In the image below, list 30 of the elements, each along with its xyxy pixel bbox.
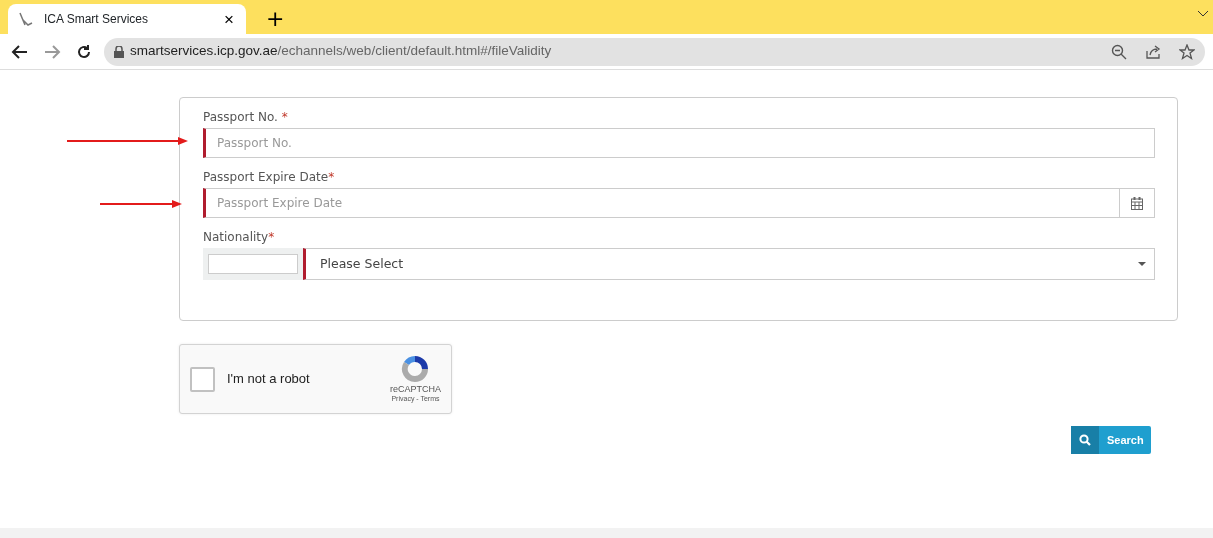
captcha-checkbox[interactable] bbox=[190, 366, 215, 392]
lock-icon bbox=[114, 45, 124, 58]
calendar-icon[interactable] bbox=[1131, 196, 1144, 210]
recaptcha-logo-icon bbox=[400, 354, 431, 385]
captcha-label: I'm not a robot bbox=[227, 370, 311, 389]
address-bar[interactable]: smartservices.icp.gov.ae/echannels/web/client/default.html#/fileValidity bbox=[104, 37, 1205, 66]
share-icon[interactable] bbox=[1145, 43, 1161, 60]
back-icon[interactable] bbox=[11, 42, 29, 61]
field-label: Passport No. * bbox=[203, 109, 289, 126]
url-host: smartservices.icp.gov.ae bbox=[130, 42, 278, 61]
site-icon bbox=[18, 11, 34, 27]
field-label: Passport Expire Date* bbox=[203, 169, 336, 186]
caret-icon bbox=[1138, 262, 1146, 266]
browser-tab[interactable]: ICA Smart Services × bbox=[8, 4, 246, 34]
url-path: /echannels/web/client/default.html#/fileValidity bbox=[277, 42, 552, 61]
close-tab-button[interactable]: × bbox=[222, 10, 236, 28]
nationality-select[interactable]: Please Select bbox=[303, 248, 1155, 280]
star-icon[interactable] bbox=[1179, 43, 1195, 60]
flag-field[interactable] bbox=[208, 254, 298, 274]
reload-icon[interactable] bbox=[75, 42, 93, 61]
chevron-down-icon[interactable] bbox=[1197, 10, 1209, 18]
text-field[interactable]: Passport No. bbox=[203, 128, 1155, 158]
zoom-out-icon[interactable] bbox=[1111, 43, 1127, 60]
date-field[interactable]: Passport Expire Date bbox=[203, 188, 1121, 218]
forward-icon[interactable] bbox=[43, 42, 61, 61]
field-label: Nationality* bbox=[203, 229, 276, 246]
search-icon bbox=[1079, 434, 1091, 446]
captcha-brand: reCAPTCHA bbox=[390, 384, 441, 396]
tab-title: ICA Smart Services bbox=[44, 11, 150, 28]
new-tab-button[interactable]: + bbox=[262, 8, 289, 30]
